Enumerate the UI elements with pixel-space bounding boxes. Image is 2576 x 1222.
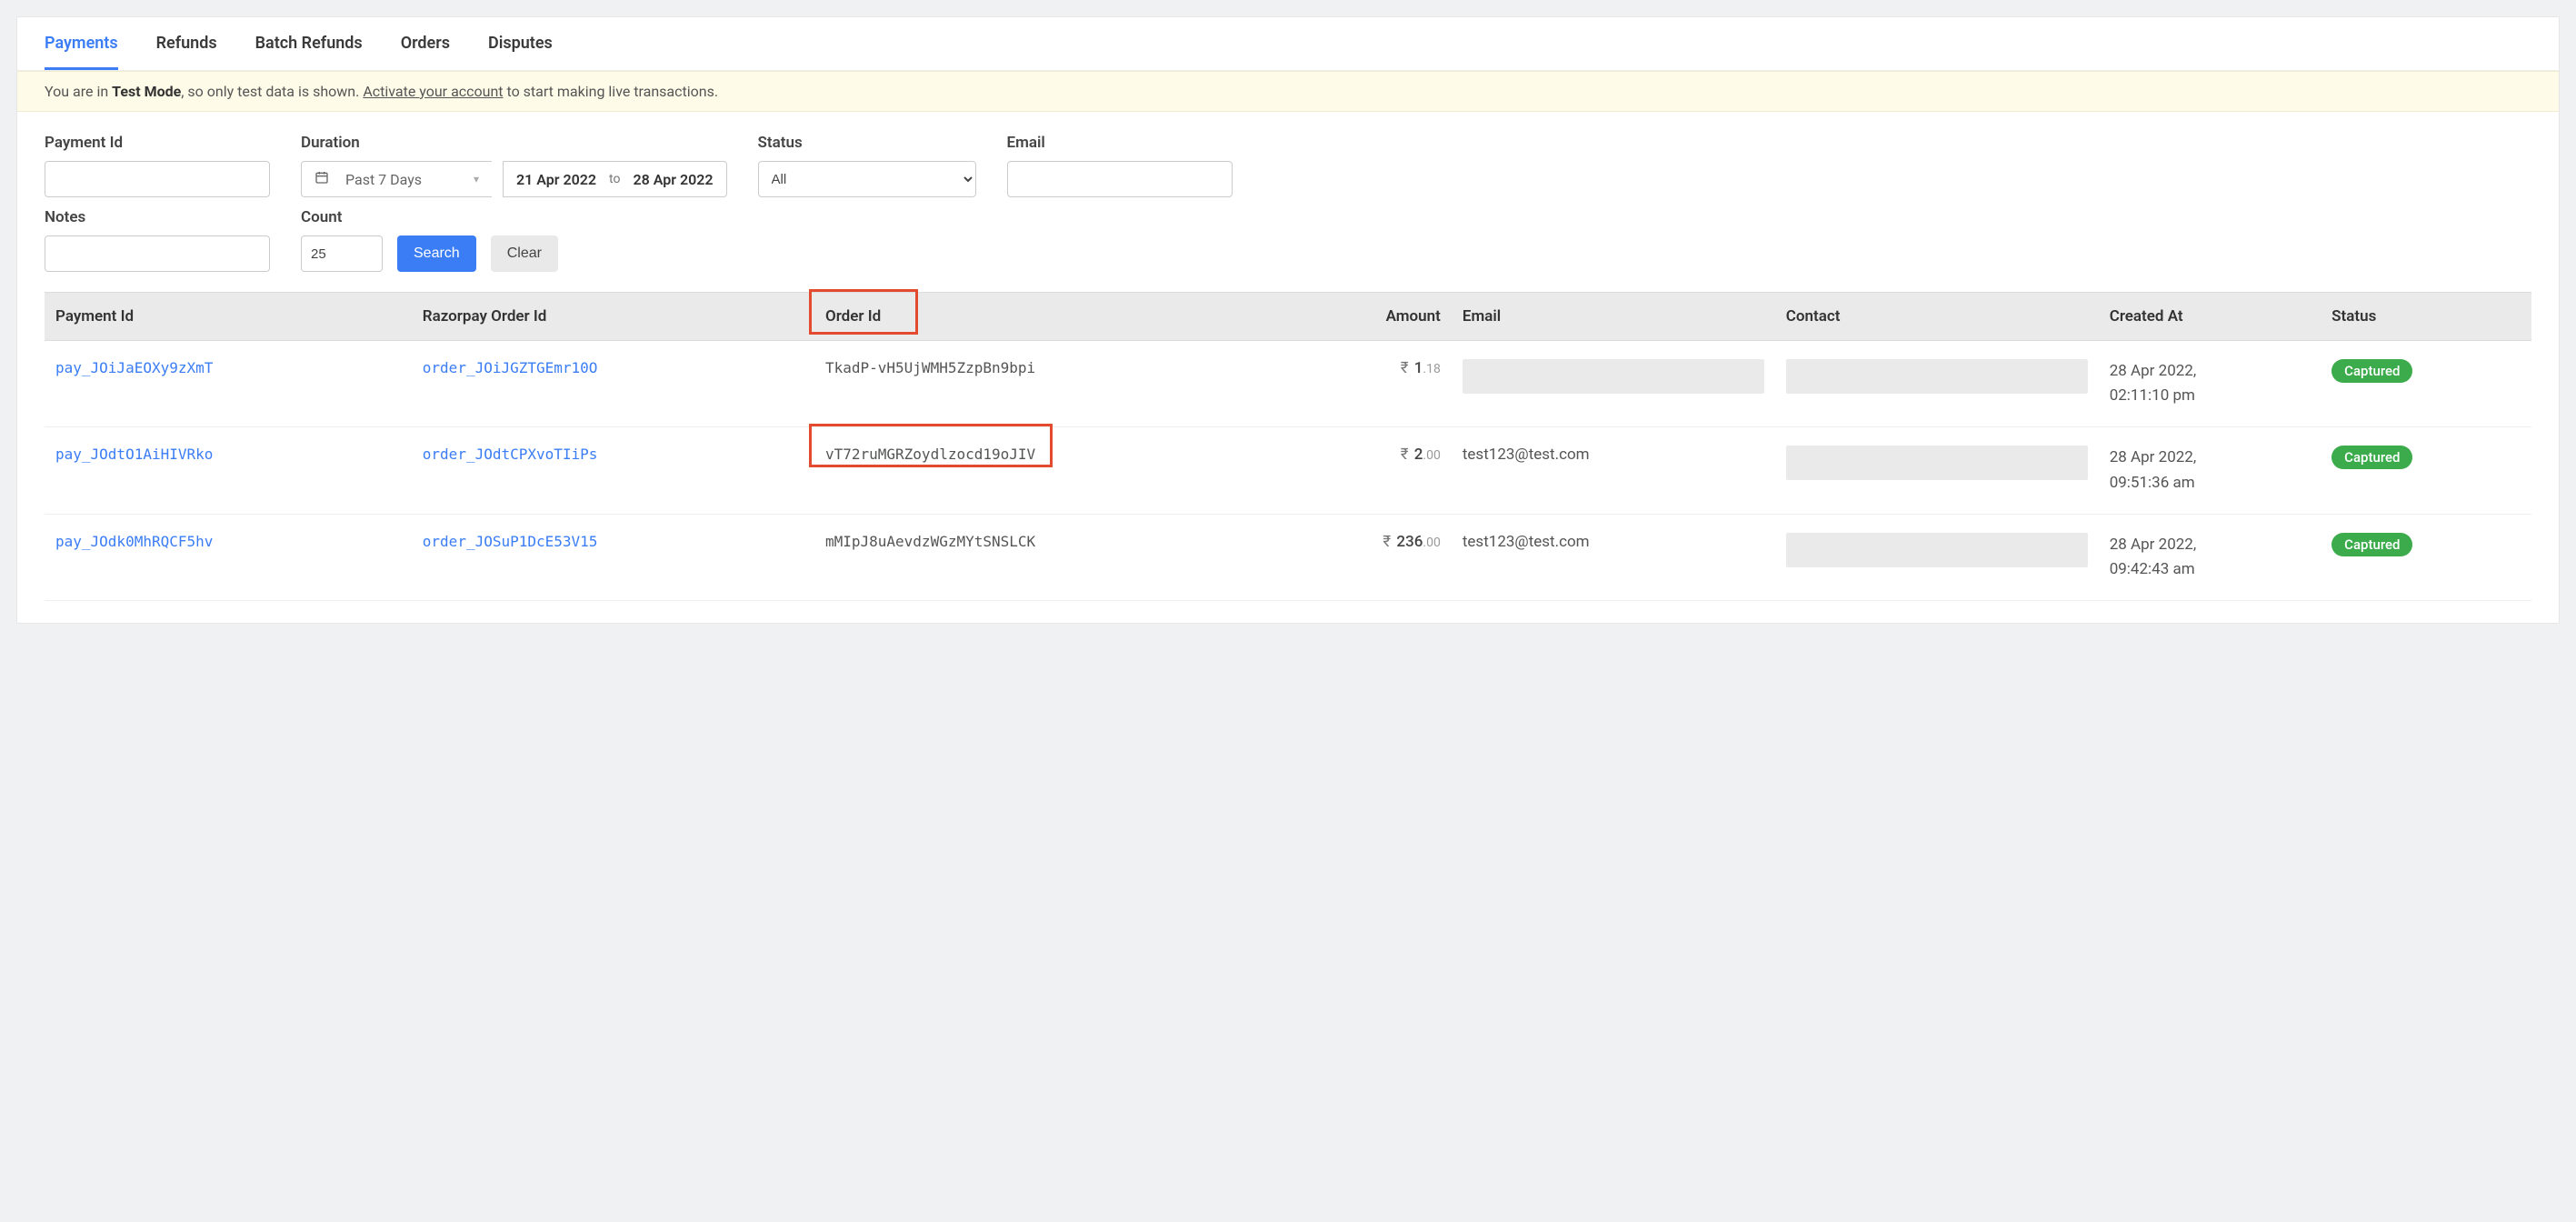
duration-from: 21 Apr 2022 [516, 171, 596, 188]
tab-disputes[interactable]: Disputes [488, 17, 553, 70]
contact-cell [1775, 427, 2099, 514]
duration-to: 28 Apr 2022 [633, 171, 713, 188]
email-label: Email [1007, 134, 1233, 152]
col-contact: Contact [1775, 293, 2099, 341]
duration-preset-select[interactable]: Past 7 Days ▾ [301, 161, 492, 197]
contact-cell [1775, 341, 2099, 427]
duration-label: Duration [301, 134, 727, 152]
contact-cell [1775, 514, 2099, 600]
count-label: Count [301, 208, 383, 226]
col-status: Status [2321, 293, 2531, 341]
rzp-order-id-link[interactable]: order_JOiJGZTGEmr10O [423, 359, 598, 376]
test-mode-notice: You are in Test Mode, so only test data … [17, 71, 2559, 112]
col-created-at: Created At [2099, 293, 2321, 341]
status-cell: Captured [2321, 514, 2531, 600]
order-id-cell: vT72ruMGRZoydlzocd19oJIV [814, 427, 1289, 514]
col-rzp-order-id: Razorpay Order Id [412, 293, 814, 341]
redacted-block [1463, 359, 1764, 394]
payment-id-link[interactable]: pay_JOiJaEOXy9zXmT [55, 359, 213, 376]
rzp-order-id-link[interactable]: order_JOdtCPXvoTIiPs [423, 446, 598, 463]
payment-id-link[interactable]: pay_JOdk0MhRQCF5hv [55, 533, 213, 550]
status-badge: Captured [2331, 446, 2412, 469]
duration-to-label: to [609, 172, 620, 186]
duration-range[interactable]: 21 Apr 2022 to 28 Apr 2022 [503, 161, 727, 197]
count-input[interactable] [301, 235, 383, 272]
redacted-block [1786, 533, 2088, 567]
payment-id-link[interactable]: pay_JOdtO1AiHIVRko [55, 446, 213, 463]
tabs: Payments Refunds Batch Refunds Orders Di… [17, 17, 2559, 71]
tab-refunds[interactable]: Refunds [156, 17, 217, 70]
redacted-block [1786, 446, 2088, 480]
payment-id-input[interactable] [45, 161, 270, 197]
created-at-cell: 28 Apr 2022,09:42:43 am [2099, 514, 2321, 600]
col-amount: Amount [1289, 293, 1452, 341]
created-at-cell: 28 Apr 2022,09:51:36 am [2099, 427, 2321, 514]
clear-button[interactable]: Clear [491, 235, 558, 272]
email-cell [1452, 341, 1775, 427]
status-select[interactable]: All [758, 161, 976, 197]
rzp-order-id-link[interactable]: order_JOSuP1DcE53V15 [423, 533, 598, 550]
col-email: Email [1452, 293, 1775, 341]
payments-table: Payment Id Razorpay Order Id Order Id Am… [45, 292, 2531, 601]
status-badge: Captured [2331, 533, 2412, 556]
status-cell: Captured [2321, 427, 2531, 514]
amount-cell: ₹ 1.18 [1289, 341, 1452, 427]
email-cell: test123@test.com [1452, 514, 1775, 600]
amount-cell: ₹ 2.00 [1289, 427, 1452, 514]
created-at-cell: 28 Apr 2022,02:11:10 pm [2099, 341, 2321, 427]
search-button[interactable]: Search [397, 235, 476, 272]
notice-mode: Test Mode [112, 83, 181, 100]
tab-orders[interactable]: Orders [401, 17, 450, 70]
table-row: pay_JOiJaEOXy9zXmT order_JOiJGZTGEmr10O Tk… [45, 341, 2531, 427]
notes-label: Notes [45, 208, 270, 226]
notice-mid: , so only test data is shown. [181, 83, 363, 100]
notes-input[interactable] [45, 235, 270, 272]
col-payment-id: Payment Id [45, 293, 412, 341]
redacted-block [1786, 359, 2088, 394]
amount-cell: ₹ 236.00 [1289, 514, 1452, 600]
tab-payments[interactable]: Payments [45, 17, 118, 70]
email-input[interactable] [1007, 161, 1233, 197]
status-label: Status [758, 134, 976, 152]
calendar-icon [315, 170, 329, 188]
col-order-id: Order Id [814, 293, 1289, 341]
status-cell: Captured [2321, 341, 2531, 427]
tab-batch-refunds[interactable]: Batch Refunds [255, 17, 363, 70]
order-id-cell: TkadP-vH5UjWMH5ZzpBn9bpi [814, 341, 1289, 427]
chevron-down-icon: ▾ [474, 173, 479, 185]
activate-account-link[interactable]: Activate your account [363, 83, 503, 100]
duration-preset-value: Past 7 Days [345, 171, 457, 188]
notice-suffix: to start making live transactions. [504, 83, 719, 100]
notice-prefix: You are in [45, 83, 112, 100]
table-row: pay_JOdtO1AiHIVRko order_JOdtCPXvoTIiPs vT… [45, 427, 2531, 514]
order-id-cell: mMIpJ8uAevdzWGzMYtSNSLCK [814, 514, 1289, 600]
status-badge: Captured [2331, 359, 2412, 383]
payment-id-label: Payment Id [45, 134, 270, 152]
email-cell: test123@test.com [1452, 427, 1775, 514]
table-row: pay_JOdk0MhRQCF5hv order_JOSuP1DcE53V15 mM… [45, 514, 2531, 600]
